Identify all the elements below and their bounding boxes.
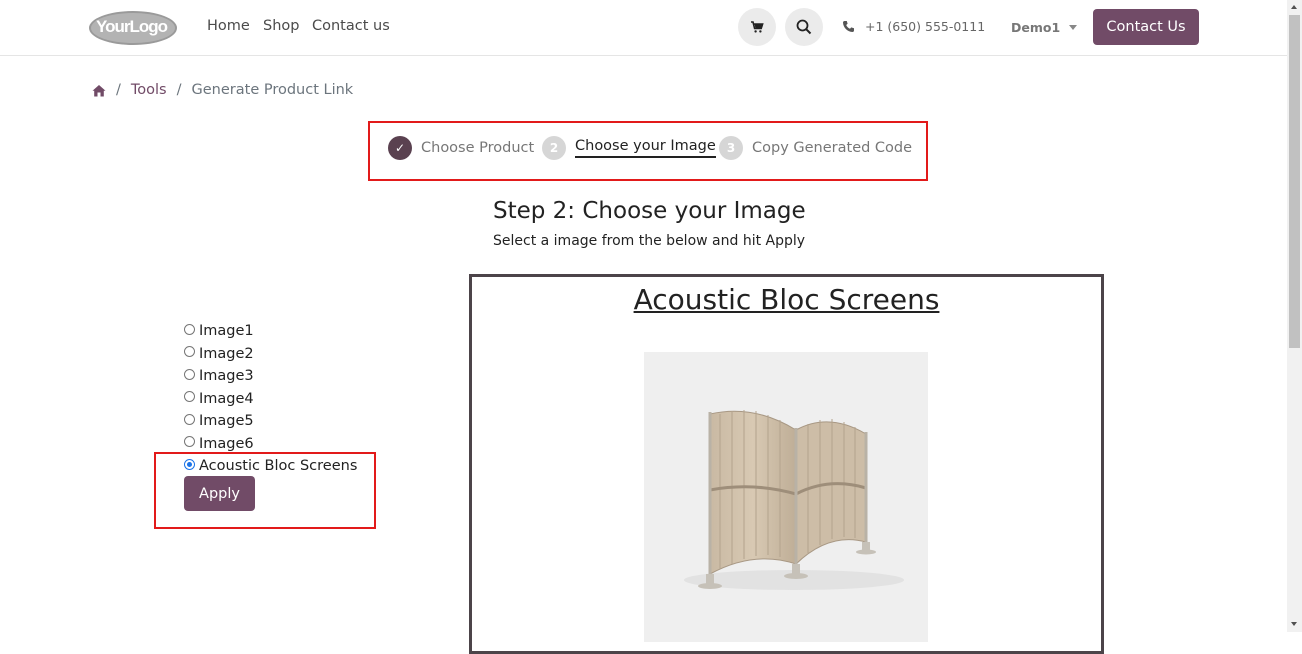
- step-number: 3: [719, 136, 743, 160]
- breadcrumb: / Tools / Generate Product Link: [92, 82, 353, 98]
- option-label: Image4: [199, 390, 254, 407]
- cart-icon: [751, 21, 764, 33]
- radio-button[interactable]: [184, 436, 195, 448]
- image-option[interactable]: Image1: [184, 320, 357, 343]
- step-choose-image[interactable]: 2 Choose your Image: [542, 136, 716, 160]
- option-label: Image1: [199, 323, 254, 340]
- image-option[interactable]: Image5: [184, 410, 357, 433]
- option-label: Image3: [199, 368, 254, 385]
- scroll-up-icon[interactable]: [1291, 5, 1297, 9]
- site-header: YourLogo Home Shop Contact us +1 (650) 5…: [0, 0, 1287, 56]
- image-option[interactable]: Image2: [184, 343, 357, 366]
- image-option[interactable]: Image4: [184, 388, 357, 411]
- page-title: Step 2: Choose your Image: [493, 198, 806, 224]
- option-label: Image2: [199, 345, 254, 362]
- logo[interactable]: YourLogo: [88, 10, 178, 46]
- phone-number[interactable]: +1 (650) 555-0111: [842, 19, 985, 34]
- check-icon: ✓: [388, 136, 412, 160]
- contact-us-button[interactable]: Contact Us: [1093, 9, 1199, 45]
- cart-button[interactable]: [738, 8, 776, 46]
- logo-text: YourLogo: [96, 17, 168, 36]
- radio-button[interactable]: [184, 368, 195, 380]
- nav-shop[interactable]: Shop: [263, 18, 299, 34]
- scroll-thumb[interactable]: [1289, 15, 1300, 348]
- breadcrumb-separator: /: [176, 82, 182, 98]
- apply-button[interactable]: Apply: [184, 476, 255, 511]
- phone-icon: [843, 21, 854, 32]
- scroll-down-icon[interactable]: [1291, 622, 1297, 626]
- scrollbar[interactable]: [1287, 0, 1302, 632]
- product-title: Acoustic Bloc Screens: [633, 283, 940, 316]
- step-label: Choose Product: [421, 140, 535, 156]
- page-subtitle: Select a image from the below and hit Ap…: [493, 233, 806, 249]
- image-option[interactable]: Image3: [184, 365, 357, 388]
- step-choose-product[interactable]: ✓ Choose Product: [388, 136, 534, 160]
- radio-button[interactable]: [184, 413, 195, 425]
- chevron-down-icon: [1069, 25, 1078, 30]
- radio-button[interactable]: [184, 391, 195, 403]
- product-image: [644, 352, 928, 642]
- user-name: Demo1: [1011, 20, 1061, 35]
- nav-contact[interactable]: Contact us: [312, 18, 390, 34]
- radio-button[interactable]: [184, 323, 195, 335]
- product-preview: Acoustic Bloc Screens: [469, 274, 1104, 654]
- step-copy-code[interactable]: 3 Copy Generated Code: [719, 136, 912, 160]
- step-number: 2: [542, 136, 566, 160]
- search-icon: [796, 19, 812, 35]
- option-label: Image5: [199, 413, 254, 430]
- user-menu[interactable]: Demo1: [1011, 20, 1078, 35]
- nav-home[interactable]: Home: [207, 18, 250, 34]
- breadcrumb-tools[interactable]: Tools: [131, 82, 167, 98]
- phone-text: +1 (650) 555-0111: [865, 19, 986, 34]
- option-label: Image6: [199, 435, 254, 452]
- step-label: Choose your Image: [575, 138, 716, 158]
- radio-button[interactable]: [184, 346, 195, 358]
- step-label: Copy Generated Code: [752, 140, 913, 156]
- search-button[interactable]: [785, 8, 823, 46]
- breadcrumb-current: Generate Product Link: [191, 82, 354, 98]
- home-icon[interactable]: [92, 84, 106, 97]
- breadcrumb-separator: /: [116, 82, 121, 98]
